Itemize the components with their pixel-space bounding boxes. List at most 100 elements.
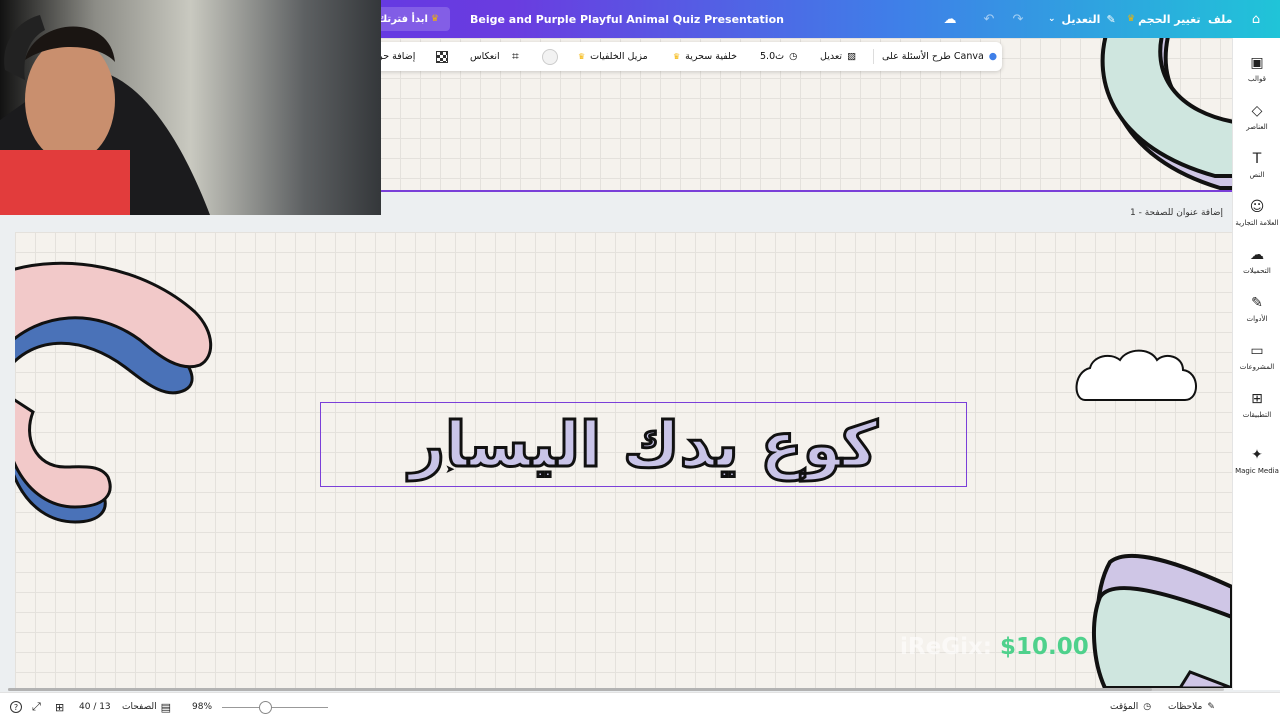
page-counter[interactable]: 40 / 13 [79, 693, 111, 720]
tools-icon: ✎ [1251, 295, 1263, 311]
help-button[interactable]: ? [10, 693, 22, 720]
sidebar-item-projects[interactable]: ▭ المشروعات [1233, 342, 1280, 371]
flip-label: انعكاس [470, 51, 500, 62]
background-remover-button[interactable]: ♛ مزيل الخلفيات [578, 42, 648, 71]
sidebar-item-label: المشروعات [1239, 363, 1275, 371]
sidebar-item-label: Magic Media [1235, 467, 1279, 475]
help-icon: ? [10, 701, 22, 713]
resize-button[interactable]: ♛ تغيير الحجم [1124, 0, 1200, 38]
undo-icon[interactable]: ↶ [979, 9, 999, 29]
chevron-down-icon: ⌄ [1048, 14, 1056, 24]
color-swatch[interactable] [542, 42, 558, 71]
zoom-slider-handle[interactable] [259, 701, 272, 714]
sidebar-item-tools[interactable]: ✎ الأدوات [1233, 294, 1280, 323]
crown-icon: ♛ [430, 14, 439, 24]
image-icon: ▨ [847, 51, 857, 62]
crop-button[interactable]: ⌗ [512, 42, 519, 71]
webcam-overlay [0, 0, 381, 215]
crop-icon: ⌗ [512, 49, 519, 63]
brand-icon: ☺ [1249, 199, 1265, 215]
watermark-name: iReGix: [900, 634, 1000, 660]
apps-icon: ⊞ [1251, 391, 1263, 407]
sidebar-item-elements[interactable]: ◇ العناصر [1233, 102, 1280, 131]
text-icon: T [1252, 151, 1262, 167]
crown-icon: ♛ [578, 52, 586, 61]
edit-image-button[interactable]: تعديل ▨ [820, 42, 856, 71]
divider [873, 49, 874, 64]
transparency-button[interactable] [436, 42, 448, 71]
donation-watermark: iReGix: $10.00 [900, 634, 1089, 660]
pages-button[interactable]: الصفحات ▤ [122, 693, 171, 720]
canva-assistant-icon: ● [988, 51, 998, 62]
mouse-cursor-icon: ➤ [445, 462, 456, 476]
notes-button[interactable]: ملاحظات ✎ [1168, 693, 1215, 720]
zoom-value[interactable]: 98% [192, 693, 212, 720]
ask-canva-label: طرح الأسئلة على Canva [882, 51, 984, 62]
edit-mode-button[interactable]: ⌄ التعديل ✎ [1048, 0, 1116, 38]
document-title[interactable]: Beige and Purple Playful Animal Quiz Pre… [470, 0, 784, 38]
magic-background-label: خلفية سحرية [685, 51, 738, 62]
sidebar-item-label: العلامة التجارية [1235, 219, 1279, 227]
canva-editor: ⌂ ملف ♛ تغيير الحجم ⌄ التعديل ✎ ↷ ↶ ☁ Be… [0, 0, 1280, 720]
magic-background-button[interactable]: ♛ خلفية سحرية [673, 42, 737, 71]
duration-button[interactable]: 5.0ث ◷ [760, 42, 797, 71]
cloud-saved-icon[interactable]: ☁ [940, 9, 960, 29]
edit-image-label: تعديل [820, 51, 843, 62]
transparency-icon [436, 50, 448, 63]
crown-icon: ♛ [673, 52, 681, 61]
sidebar-item-uploads[interactable]: ☁ التحميلات [1233, 246, 1280, 275]
headline-selection-box[interactable]: كوع يدك اليسار [320, 402, 967, 487]
timer-button[interactable]: المؤقت ◷ [1110, 693, 1151, 720]
edit-label: التعديل [1061, 12, 1101, 26]
zoom-slider[interactable] [222, 707, 328, 708]
sidebar-item-label: العناصر [1246, 123, 1268, 131]
add-text-label: إضافة حر [378, 51, 416, 62]
sidebar-item-label: التحميلات [1243, 267, 1271, 275]
uploads-icon: ☁ [1250, 247, 1264, 263]
timer-icon: ◷ [1143, 702, 1152, 712]
file-menu[interactable]: ملف [1208, 0, 1232, 38]
canvas-page-2[interactable]: كوع يدك اليسار ➤ iReGix: $10.00 [15, 232, 1232, 688]
sidebar-item-brand[interactable]: ☺ العلامة التجارية [1233, 198, 1280, 227]
right-sidebar: ▣ قوالب ◇ العناصر T النص ☺ العلامة التجا… [1232, 38, 1280, 690]
sidebar-item-label: التطبيقات [1242, 411, 1272, 419]
home-icon[interactable]: ⌂ [1246, 9, 1266, 29]
add-text-button[interactable]: إضافة حر [378, 42, 415, 71]
pencil-icon: ✎ [1106, 12, 1116, 26]
timer-label: المؤقت [1110, 702, 1139, 712]
fullscreen-button[interactable]: ⤢ [32, 693, 41, 720]
page-title-field[interactable]: 1 - إضافة عنوان للصفحة [1130, 208, 1223, 218]
headline-text[interactable]: كوع يدك اليسار [408, 412, 878, 477]
sidebar-item-apps[interactable]: ⊞ التطبيقات [1233, 390, 1280, 419]
sidebar-item-label: الأدوات [1246, 315, 1268, 323]
sidebar-item-magic-media[interactable]: ✦ Magic Media [1233, 446, 1280, 475]
elements-icon: ◇ [1251, 103, 1263, 119]
duration-label: 5.0ث [760, 51, 785, 62]
scrollbar-thumb[interactable] [8, 688, 1152, 691]
pages-icon: ▤ [160, 700, 172, 714]
color-circle-icon [542, 48, 558, 65]
resize-label: تغيير الحجم [1138, 12, 1201, 26]
templates-icon: ▣ [1250, 55, 1264, 71]
pages-label: الصفحات [122, 702, 157, 712]
projects-icon: ▭ [1250, 343, 1264, 359]
sidebar-item-label: النص [1249, 171, 1265, 179]
grid-view-button[interactable]: ⊞ [55, 693, 64, 720]
flip-button[interactable]: انعكاس [470, 42, 500, 71]
horizontal-scrollbar[interactable] [8, 688, 1224, 691]
watermark-price: $10.00 [1000, 634, 1089, 660]
notes-label: ملاحظات [1168, 702, 1203, 712]
ask-canva-button[interactable]: طرح الأسئلة على Canva ● [882, 42, 997, 71]
sidebar-item-templates[interactable]: ▣ قوالب [1233, 54, 1280, 83]
context-toolbar: طرح الأسئلة على Canva ● تعديل ▨ 5.0ث ◷ ♛… [370, 42, 1002, 71]
redo-icon[interactable]: ↷ [1008, 9, 1028, 29]
sidebar-item-text[interactable]: T النص [1233, 150, 1280, 179]
bottom-bar: ? ⤢ ⊞ 40 / 13 الصفحات ▤ 98% المؤقت ◷ ملا… [0, 692, 1280, 720]
top-left-arch-shape [15, 261, 213, 395]
grid-view-icon: ⊞ [55, 700, 65, 714]
clock-icon: ◷ [789, 51, 798, 62]
crown-icon: ♛ [1127, 14, 1136, 24]
presenter-video [0, 0, 381, 215]
cloud-shape [1075, 349, 1197, 401]
left-arch-shape [15, 398, 112, 524]
